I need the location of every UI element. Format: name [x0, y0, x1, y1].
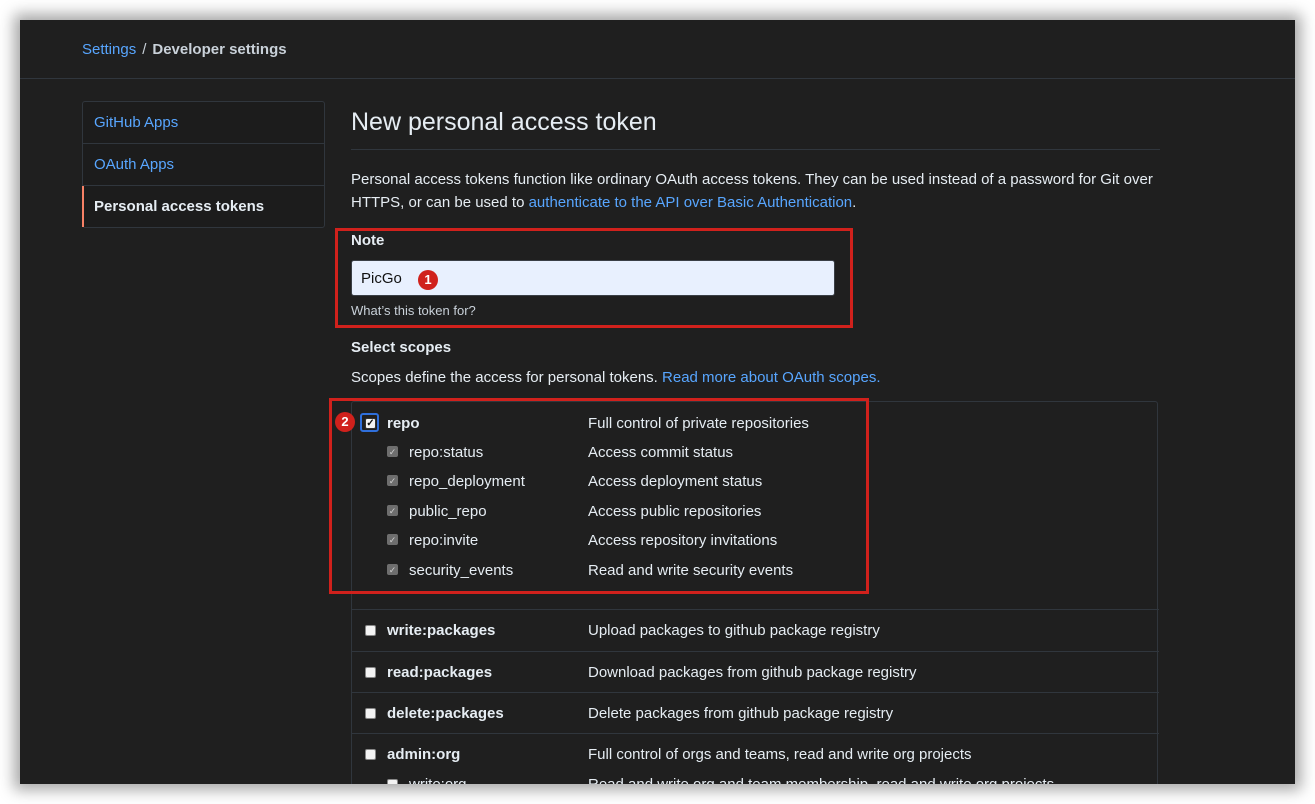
scope-row-admin-org: admin:org Full control of orgs and teams…: [352, 745, 1159, 765]
select-scopes-label: Select scopes: [351, 339, 452, 356]
breadcrumb-settings-link[interactable]: Settings: [82, 41, 136, 58]
scope-name: write:packages: [387, 622, 496, 639]
scope-description: Download packages from github package re…: [588, 664, 917, 681]
scopes-description: Scopes define the access for personal to…: [351, 369, 881, 386]
scope-row-delete-packages: delete:packages Delete packages from git…: [352, 704, 1159, 724]
annotation-marker-1: 1: [418, 270, 438, 290]
title-divider: [351, 149, 1160, 150]
sidebar-item-oauth-apps[interactable]: OAuth Apps: [83, 144, 324, 186]
scope-divider: [352, 733, 1159, 734]
scope-row-write-org: write:org Read and write org and team me…: [352, 775, 1159, 784]
scope-divider: [352, 651, 1159, 652]
scope-name: delete:packages: [387, 705, 504, 722]
scope-divider: [352, 609, 1159, 610]
repo-checkbox-focus-ring: [360, 413, 379, 432]
sidebar-item-github-apps[interactable]: GitHub Apps: [83, 102, 324, 144]
scope-description: Full control of orgs and teams, read and…: [588, 746, 972, 763]
delete-packages-checkbox[interactable]: [365, 708, 376, 719]
sidebar: GitHub Apps OAuth Apps Personal access t…: [82, 101, 325, 228]
scope-description: Read and write org and team membership, …: [588, 776, 1054, 784]
admin-org-checkbox[interactable]: [365, 749, 376, 760]
scope-name: admin:org: [387, 746, 461, 763]
description-end: .: [852, 194, 857, 211]
page-title: New personal access token: [351, 108, 657, 136]
page-description: Personal access tokens function like ord…: [351, 168, 1166, 214]
oauth-scopes-link[interactable]: Read more about OAuth scopes.: [662, 369, 880, 386]
breadcrumb: Settings / Developer settings: [82, 40, 287, 60]
breadcrumb-separator: /: [142, 41, 147, 58]
scope-description: Upload packages to github package regist…: [588, 622, 880, 639]
scope-description: Delete packages from github package regi…: [588, 705, 894, 722]
scope-name: write:org: [409, 776, 467, 784]
header-divider: [20, 78, 1295, 79]
sidebar-item-personal-access-tokens[interactable]: Personal access tokens: [82, 186, 324, 227]
scope-name: read:packages: [387, 664, 493, 681]
write-packages-checkbox[interactable]: [365, 625, 376, 636]
basic-auth-link[interactable]: authenticate to the API over Basic Authe…: [529, 194, 853, 211]
scope-row-write-packages: write:packages Upload packages to github…: [352, 621, 1159, 641]
annotation-marker-2: 2: [335, 412, 355, 432]
annotation-box-note: [335, 228, 853, 328]
read-packages-checkbox[interactable]: [365, 667, 376, 678]
breadcrumb-current: Developer settings: [152, 41, 287, 58]
scope-divider: [352, 692, 1159, 693]
scope-row-read-packages: read:packages Download packages from git…: [352, 663, 1159, 683]
write-org-checkbox[interactable]: [387, 779, 398, 784]
scopes-desc-text: Scopes define the access for personal to…: [351, 369, 658, 386]
app-window: Settings / Developer settings GitHub Apps …: [20, 20, 1295, 784]
annotation-box-repo-scopes: [329, 398, 869, 594]
